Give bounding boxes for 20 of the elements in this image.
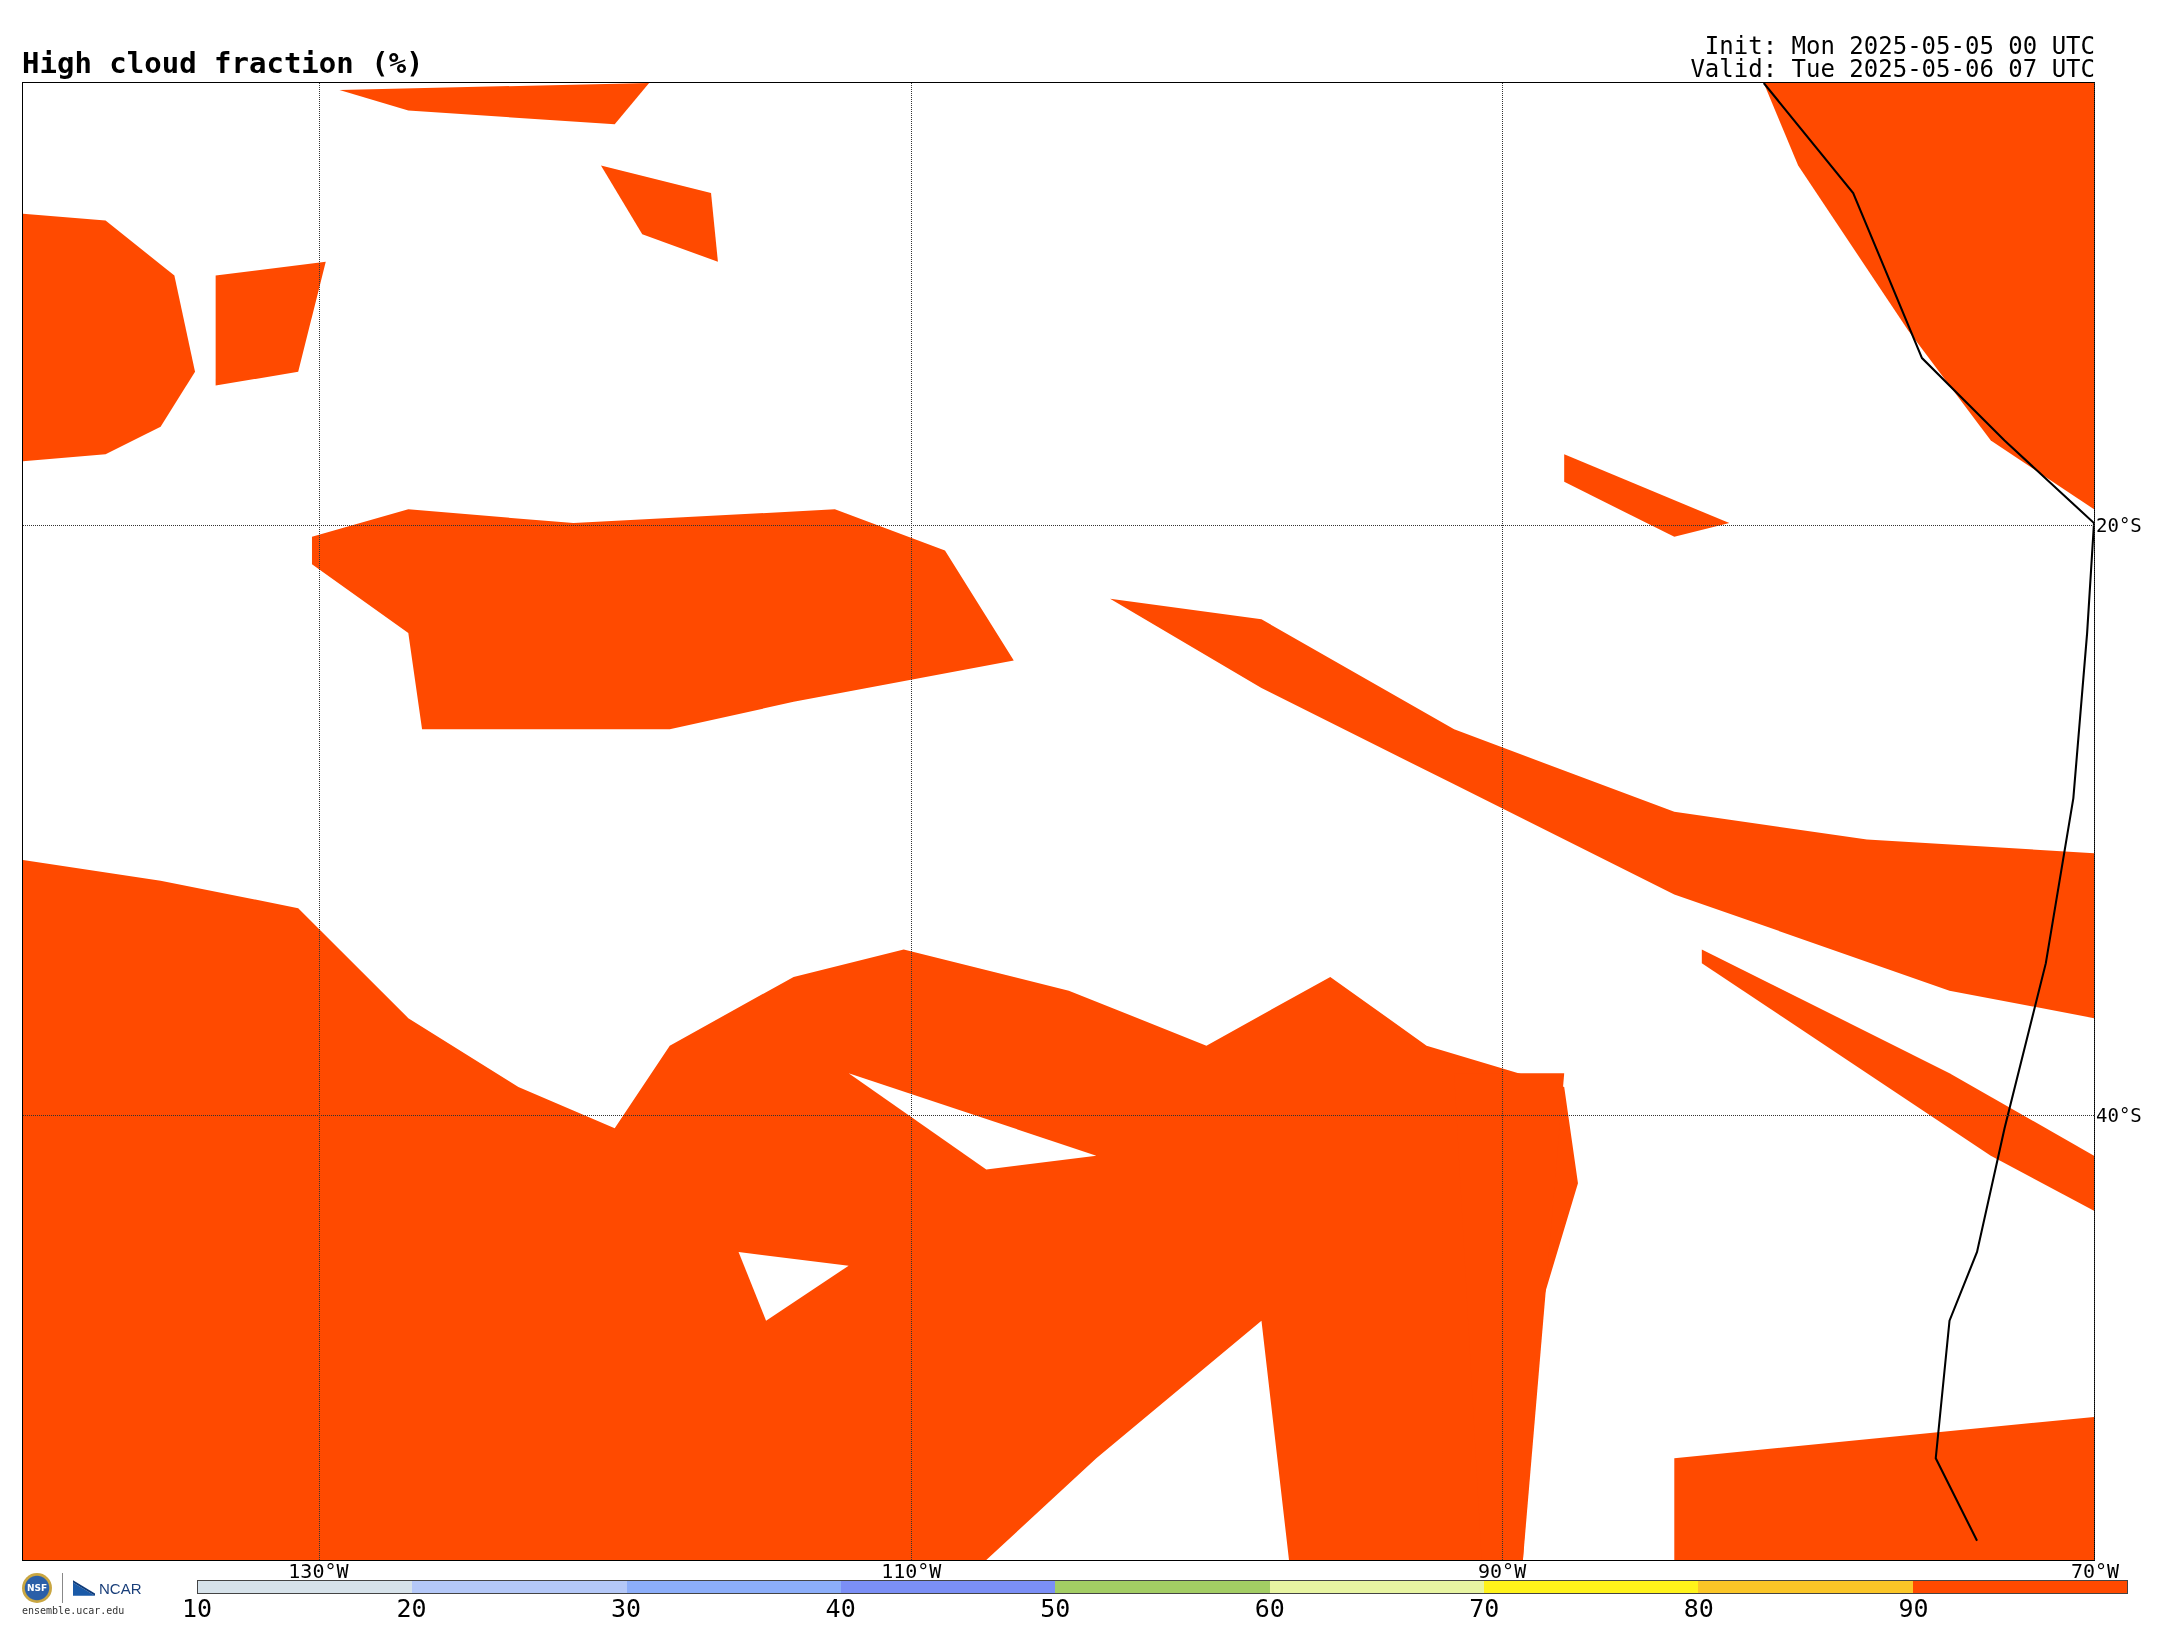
tick-label: 90 bbox=[1898, 1596, 1929, 1621]
tick-label: 40 bbox=[825, 1596, 856, 1621]
longitude-label: 130°W bbox=[288, 1561, 349, 1581]
longitude-label: 90°W bbox=[1478, 1561, 1527, 1581]
tick-label: 60 bbox=[1254, 1596, 1285, 1621]
tick-label: 50 bbox=[1040, 1596, 1071, 1621]
ncar-logo-icon bbox=[73, 1580, 95, 1596]
seal-logo: NSF bbox=[22, 1573, 52, 1603]
longitude-label: 70°W bbox=[2070, 1561, 2120, 1581]
tick-label: 20 bbox=[396, 1596, 427, 1621]
tick-label: 80 bbox=[1683, 1596, 1714, 1621]
init-time: Init: Mon 2025-05-05 00 UTC bbox=[1704, 35, 2095, 58]
org-name: NCAR bbox=[99, 1579, 142, 1597]
valid-time: Valid: Tue 2025-05-06 07 UTC bbox=[1690, 58, 2095, 81]
tick-label: 70 bbox=[1469, 1596, 1500, 1621]
longitude-label: 110°W bbox=[881, 1561, 942, 1581]
site-url: ensemble.ucar.edu bbox=[22, 1605, 125, 1616]
tick-label: 30 bbox=[611, 1596, 642, 1621]
chart-title: High cloud fraction (%) bbox=[22, 49, 424, 82]
tick-label: 10 bbox=[181, 1596, 213, 1621]
